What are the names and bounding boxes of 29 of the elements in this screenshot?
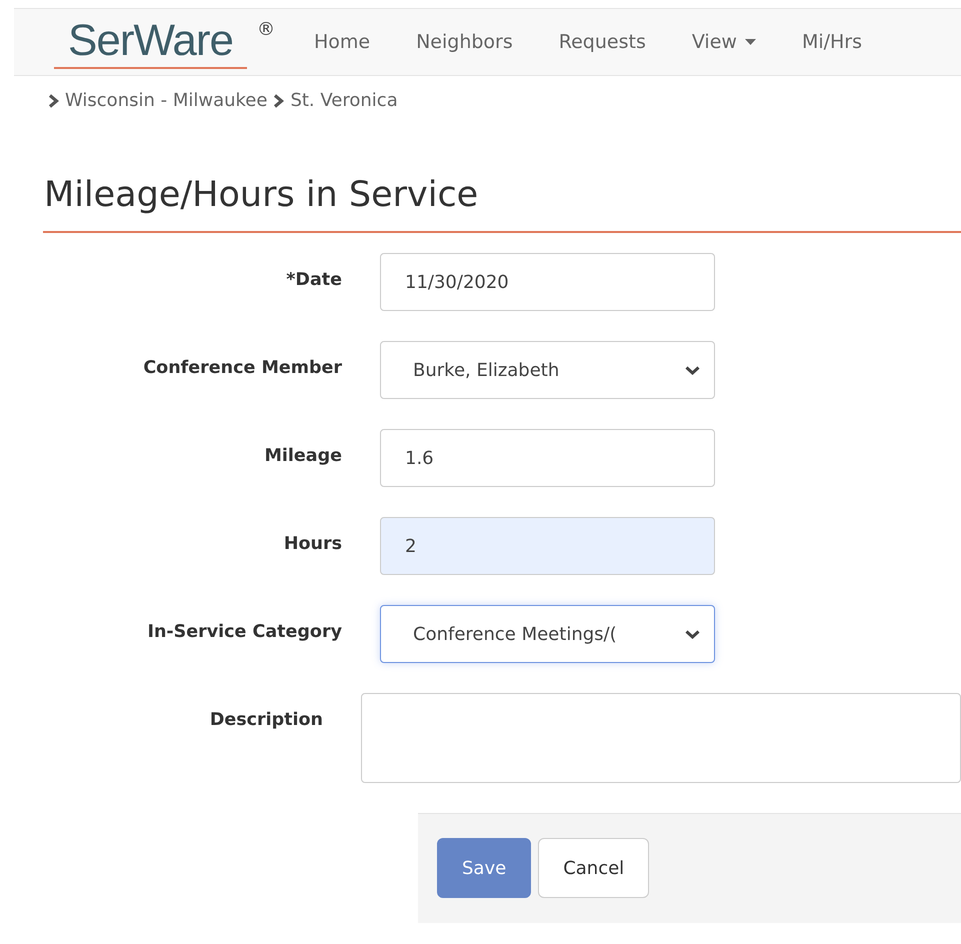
nav-link[interactable]: View [668,31,779,53]
chevron-right-icon [48,94,59,108]
page-title: Mileage/Hours in Service [44,175,480,215]
input-field[interactable]: 1.6 [380,429,715,487]
field-label: Description [210,710,323,730]
field-label: *Date [286,270,342,290]
select-field[interactable]: Conference Meetings/( [380,605,715,663]
registered-mark: ® [256,19,275,40]
breadcrumb-link[interactable]: St. Veronica [290,90,398,111]
text-area[interactable] [361,693,961,783]
nav-link[interactable]: Requests [536,31,669,53]
nav-link[interactable]: Neighbors [393,31,536,53]
select-field[interactable]: Burke, Elizabeth [380,341,715,399]
caret-icon [744,39,756,45]
chevron-down-icon [685,630,700,638]
logo[interactable]: SerWare [54,15,247,69]
nav-link[interactable]: Mi/Hrs [778,31,886,53]
field-label: In-Service Category [147,622,342,642]
chevron-down-icon [685,366,700,374]
field-label: Hours [284,534,342,554]
field-label: Conference Member [143,358,342,378]
nav-link[interactable]: Home [290,31,394,53]
cancel-button[interactable]: Cancel [538,838,650,898]
input-field[interactable]: 11/30/2020 [380,253,715,311]
field-label: Mileage [264,446,342,466]
input-field[interactable]: 2 [380,517,715,575]
chevron-right-icon [273,94,284,108]
save-button[interactable]: Save [437,838,532,898]
breadcrumb-link[interactable]: Wisconsin - Milwaukee [65,90,268,111]
